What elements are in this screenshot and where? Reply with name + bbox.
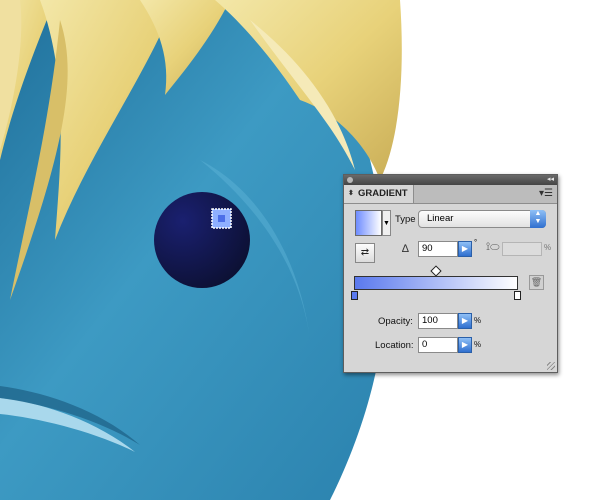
type-label: Type xyxy=(395,214,416,225)
reverse-gradient-button[interactable]: ⇄ xyxy=(355,243,375,263)
angle-dropdown-button[interactable]: ▶ xyxy=(458,241,472,257)
opacity-input[interactable]: 100 xyxy=(418,313,458,329)
type-select[interactable]: Linear ▲ ▼ xyxy=(418,210,546,228)
delete-stop-button[interactable]: 🗑 xyxy=(529,275,544,290)
opacity-unit: % xyxy=(474,316,482,325)
location-input[interactable]: 0 xyxy=(418,337,458,353)
swatch-dropdown-button[interactable]: ▼ xyxy=(382,210,391,236)
aspect-unit: % xyxy=(544,243,552,252)
gradient-panel: ◂◂ ⬍ GRADIENT ▾☰ ▼ Type Linear ▲ ▼ ⇄ ∆ 90… xyxy=(343,174,558,373)
panel-menu-icon[interactable]: ▾☰ xyxy=(539,188,553,200)
location-dropdown-button[interactable]: ▶ xyxy=(458,337,472,353)
trash-icon: 🗑 xyxy=(530,277,543,287)
angle-unit: ° xyxy=(474,238,478,247)
color-stop-right[interactable] xyxy=(514,291,521,300)
opacity-label: Opacity: xyxy=(378,316,413,327)
double-chevron-right-icon[interactable]: ◂◂ xyxy=(547,175,554,185)
tab-strip: ⬍ GRADIENT ▾☰ xyxy=(344,185,557,204)
close-icon[interactable] xyxy=(347,177,353,183)
play-arrow-icon: ▶ xyxy=(461,244,469,253)
gradient-midpoint-diamond[interactable] xyxy=(430,265,442,277)
tab-gradient[interactable]: ⬍ GRADIENT xyxy=(344,185,414,203)
tab-gradient-label: GRADIENT xyxy=(358,188,408,199)
select-arrows-icon[interactable]: ▲ ▼ xyxy=(530,210,546,228)
color-stop-left[interactable] xyxy=(351,291,358,300)
eye-pupil xyxy=(154,192,250,288)
location-unit: % xyxy=(474,340,482,349)
updown-arrow-icon[interactable]: ⬍ xyxy=(348,185,354,203)
resize-grip-icon[interactable] xyxy=(547,362,555,370)
location-label: Location: xyxy=(375,340,414,351)
type-select-value: Linear xyxy=(427,213,454,224)
angle-input[interactable]: 90 xyxy=(418,241,458,257)
aspect-ratio-icon: ⟟⬭ xyxy=(486,241,500,253)
selection-handles xyxy=(211,208,232,229)
play-arrow-icon: ▶ xyxy=(461,340,469,349)
aspect-ratio-input xyxy=(502,242,542,256)
gradient-slider-bar[interactable] xyxy=(354,276,518,290)
angle-icon: ∆ xyxy=(402,243,409,255)
triangle-down-icon: ▼ xyxy=(383,220,390,227)
opacity-dropdown-button[interactable]: ▶ xyxy=(458,313,472,329)
panel-titlebar[interactable]: ◂◂ xyxy=(344,175,557,185)
play-arrow-icon: ▶ xyxy=(461,316,469,325)
gradient-swatch[interactable] xyxy=(355,210,382,236)
reverse-icon: ⇄ xyxy=(360,247,370,258)
